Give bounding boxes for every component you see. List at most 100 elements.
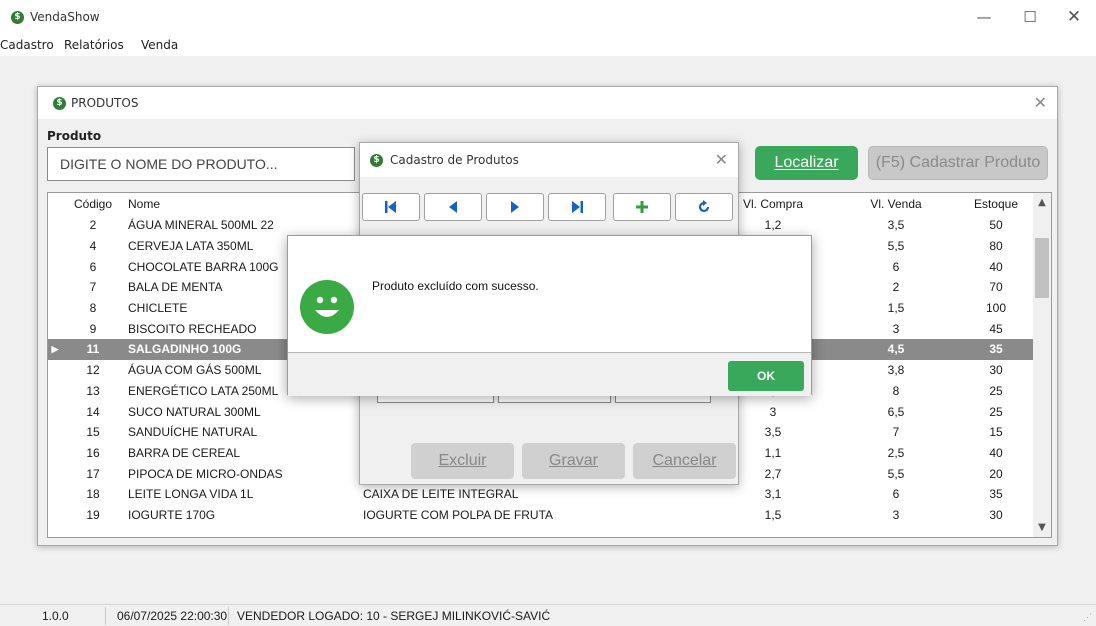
menu-relatorios[interactable]: Relatórios: [64, 38, 124, 52]
nav-next-button[interactable]: [486, 193, 544, 221]
cadastrar-produto-button[interactable]: (F5) Cadastrar Produto: [868, 146, 1048, 180]
last-record-icon: [572, 201, 583, 213]
row-indicator: [48, 505, 62, 526]
produtos-close-icon[interactable]: ✕: [1034, 93, 1047, 112]
produto-label: Produto: [47, 129, 102, 143]
menu-cadastro[interactable]: Cadastro: [0, 38, 54, 52]
cell-codigo: 19: [86, 507, 100, 522]
produtos-logo-icon: $: [53, 97, 66, 110]
add-record-icon: [636, 201, 648, 213]
excluir-button[interactable]: Excluir: [411, 443, 514, 479]
cell-estoque: 35: [989, 487, 1003, 502]
column-header-codigo[interactable]: Código: [62, 193, 124, 215]
cell-estoque: 40: [989, 259, 1003, 274]
cell-estoque: 15: [989, 425, 1003, 440]
cell-estoque: 30: [989, 507, 1003, 522]
cell-vl-venda: 6: [892, 487, 900, 502]
cell-nome: IOGURTE 170G: [128, 507, 216, 522]
cell-nome: BARRA DE CEREAL: [128, 445, 241, 460]
produtos-title: PRODUTOS: [71, 96, 139, 110]
title-bar: $ VendaShow — ☐ ✕: [0, 0, 1096, 34]
cell-codigo: 15: [86, 425, 100, 440]
row-indicator: [48, 422, 62, 443]
cadastro-title-bar: $ Cadastro de Produtos ✕: [360, 143, 738, 177]
product-search-input[interactable]: DIGITE O NOME DO PRODUTO...: [47, 147, 355, 181]
column-header-estoque[interactable]: Estoque: [958, 193, 1034, 215]
cell-nome: SANDUÍCHE NATURAL: [128, 425, 258, 440]
cell-codigo: 12: [86, 363, 100, 378]
cell-codigo: 7: [89, 280, 97, 295]
localizar-button[interactable]: Localizar: [755, 146, 858, 180]
nav-refresh-button[interactable]: [675, 193, 733, 221]
message-footer: OK: [288, 352, 811, 396]
nav-previous-button[interactable]: [424, 193, 482, 221]
cell-vl-venda: 3: [892, 321, 900, 336]
status-vendedor: VENDEDOR LOGADO: 10 - SERGEJ MILINKOVIĆ-…: [237, 609, 551, 623]
column-header-vl-venda[interactable]: Vl. Venda: [834, 193, 958, 215]
scroll-down-icon[interactable]: ▼: [1033, 522, 1051, 533]
minimize-button[interactable]: —: [964, 0, 1004, 34]
cell-vl-compra: 1,5: [764, 507, 782, 522]
gravar-button[interactable]: Gravar: [522, 443, 625, 479]
refresh-icon: [698, 200, 710, 213]
row-indicator: [48, 463, 62, 484]
menu-venda[interactable]: Venda: [141, 38, 178, 52]
cell-estoque: 100: [985, 301, 1007, 316]
cell-codigo: 8: [89, 301, 97, 316]
status-version: 1.0.0: [42, 609, 69, 623]
row-indicator: [48, 236, 62, 257]
app-logo-icon: $: [11, 11, 24, 24]
cell-estoque: 25: [989, 404, 1003, 419]
status-separator: [228, 607, 229, 625]
scroll-thumb[interactable]: [1035, 238, 1049, 298]
close-button[interactable]: ✕: [1054, 0, 1094, 34]
row-indicator-header: [48, 193, 62, 215]
scroll-up-icon[interactable]: ▲: [1033, 197, 1051, 208]
cell-vl-venda: 2,5: [887, 445, 905, 460]
cell-descricao: IOGURTE COM POLPA DE FRUTA: [363, 507, 554, 522]
cell-codigo: 2: [89, 218, 97, 233]
cell-vl-venda: 3,5: [887, 218, 905, 233]
table-row[interactable]: 19 IOGURTE 170G IOGURTE COM POLPA DE FRUTA…: [48, 505, 1034, 526]
row-indicator: [48, 360, 62, 381]
resize-grip-icon[interactable]: ⋰: [1083, 612, 1092, 623]
status-datetime: 06/07/2025 22:00:30: [117, 609, 228, 623]
cell-vl-venda: 6,5: [887, 404, 905, 419]
row-indicator: [48, 401, 62, 422]
cell-estoque: 25: [989, 383, 1003, 398]
message-dialog: Produto excluído com sucesso. OK: [287, 235, 812, 396]
cell-estoque: 45: [989, 321, 1003, 336]
row-indicator: ▶: [48, 339, 62, 360]
cancelar-button[interactable]: Cancelar: [633, 443, 736, 479]
cell-nome: ÁGUA MINERAL 500ML 22: [128, 218, 274, 233]
cell-codigo: 14: [86, 404, 100, 419]
cell-estoque: 20: [989, 466, 1003, 481]
cell-nome: PIPOCA DE MICRO-ONDAS: [128, 466, 283, 481]
cell-codigo: 17: [86, 466, 100, 481]
row-indicator: [48, 484, 62, 505]
row-indicator: [48, 443, 62, 464]
maximize-button[interactable]: ☐: [1010, 0, 1050, 34]
cell-codigo: 6: [89, 259, 97, 274]
nav-first-button[interactable]: [362, 193, 420, 221]
cell-vl-venda: 2: [892, 280, 900, 295]
grid-scrollbar[interactable]: ▲ ▼: [1033, 193, 1051, 537]
cell-estoque: 50: [989, 218, 1003, 233]
cadastro-title: Cadastro de Produtos: [390, 153, 519, 167]
column-header-nome[interactable]: Nome: [124, 193, 359, 215]
row-indicator: [48, 277, 62, 298]
app-title: VendaShow: [30, 10, 100, 24]
cell-vl-venda: 3,8: [887, 363, 905, 378]
cell-nome: LEITE LONGA VIDA 1L: [128, 487, 254, 502]
cell-estoque: 70: [989, 280, 1003, 295]
nav-last-button[interactable]: [548, 193, 606, 221]
cadastro-close-icon[interactable]: ✕: [715, 150, 728, 169]
cell-vl-venda: 5,5: [887, 466, 905, 481]
ok-button[interactable]: OK: [728, 361, 804, 391]
cell-codigo: 9: [89, 321, 97, 336]
cell-vl-venda: 7: [892, 425, 900, 440]
nav-add-button[interactable]: [613, 193, 671, 221]
cell-vl-venda: 8: [892, 383, 900, 398]
table-row[interactable]: 18 LEITE LONGA VIDA 1L CAIXA DE LEITE INTE…: [48, 484, 1034, 505]
cell-codigo: 18: [86, 487, 100, 502]
